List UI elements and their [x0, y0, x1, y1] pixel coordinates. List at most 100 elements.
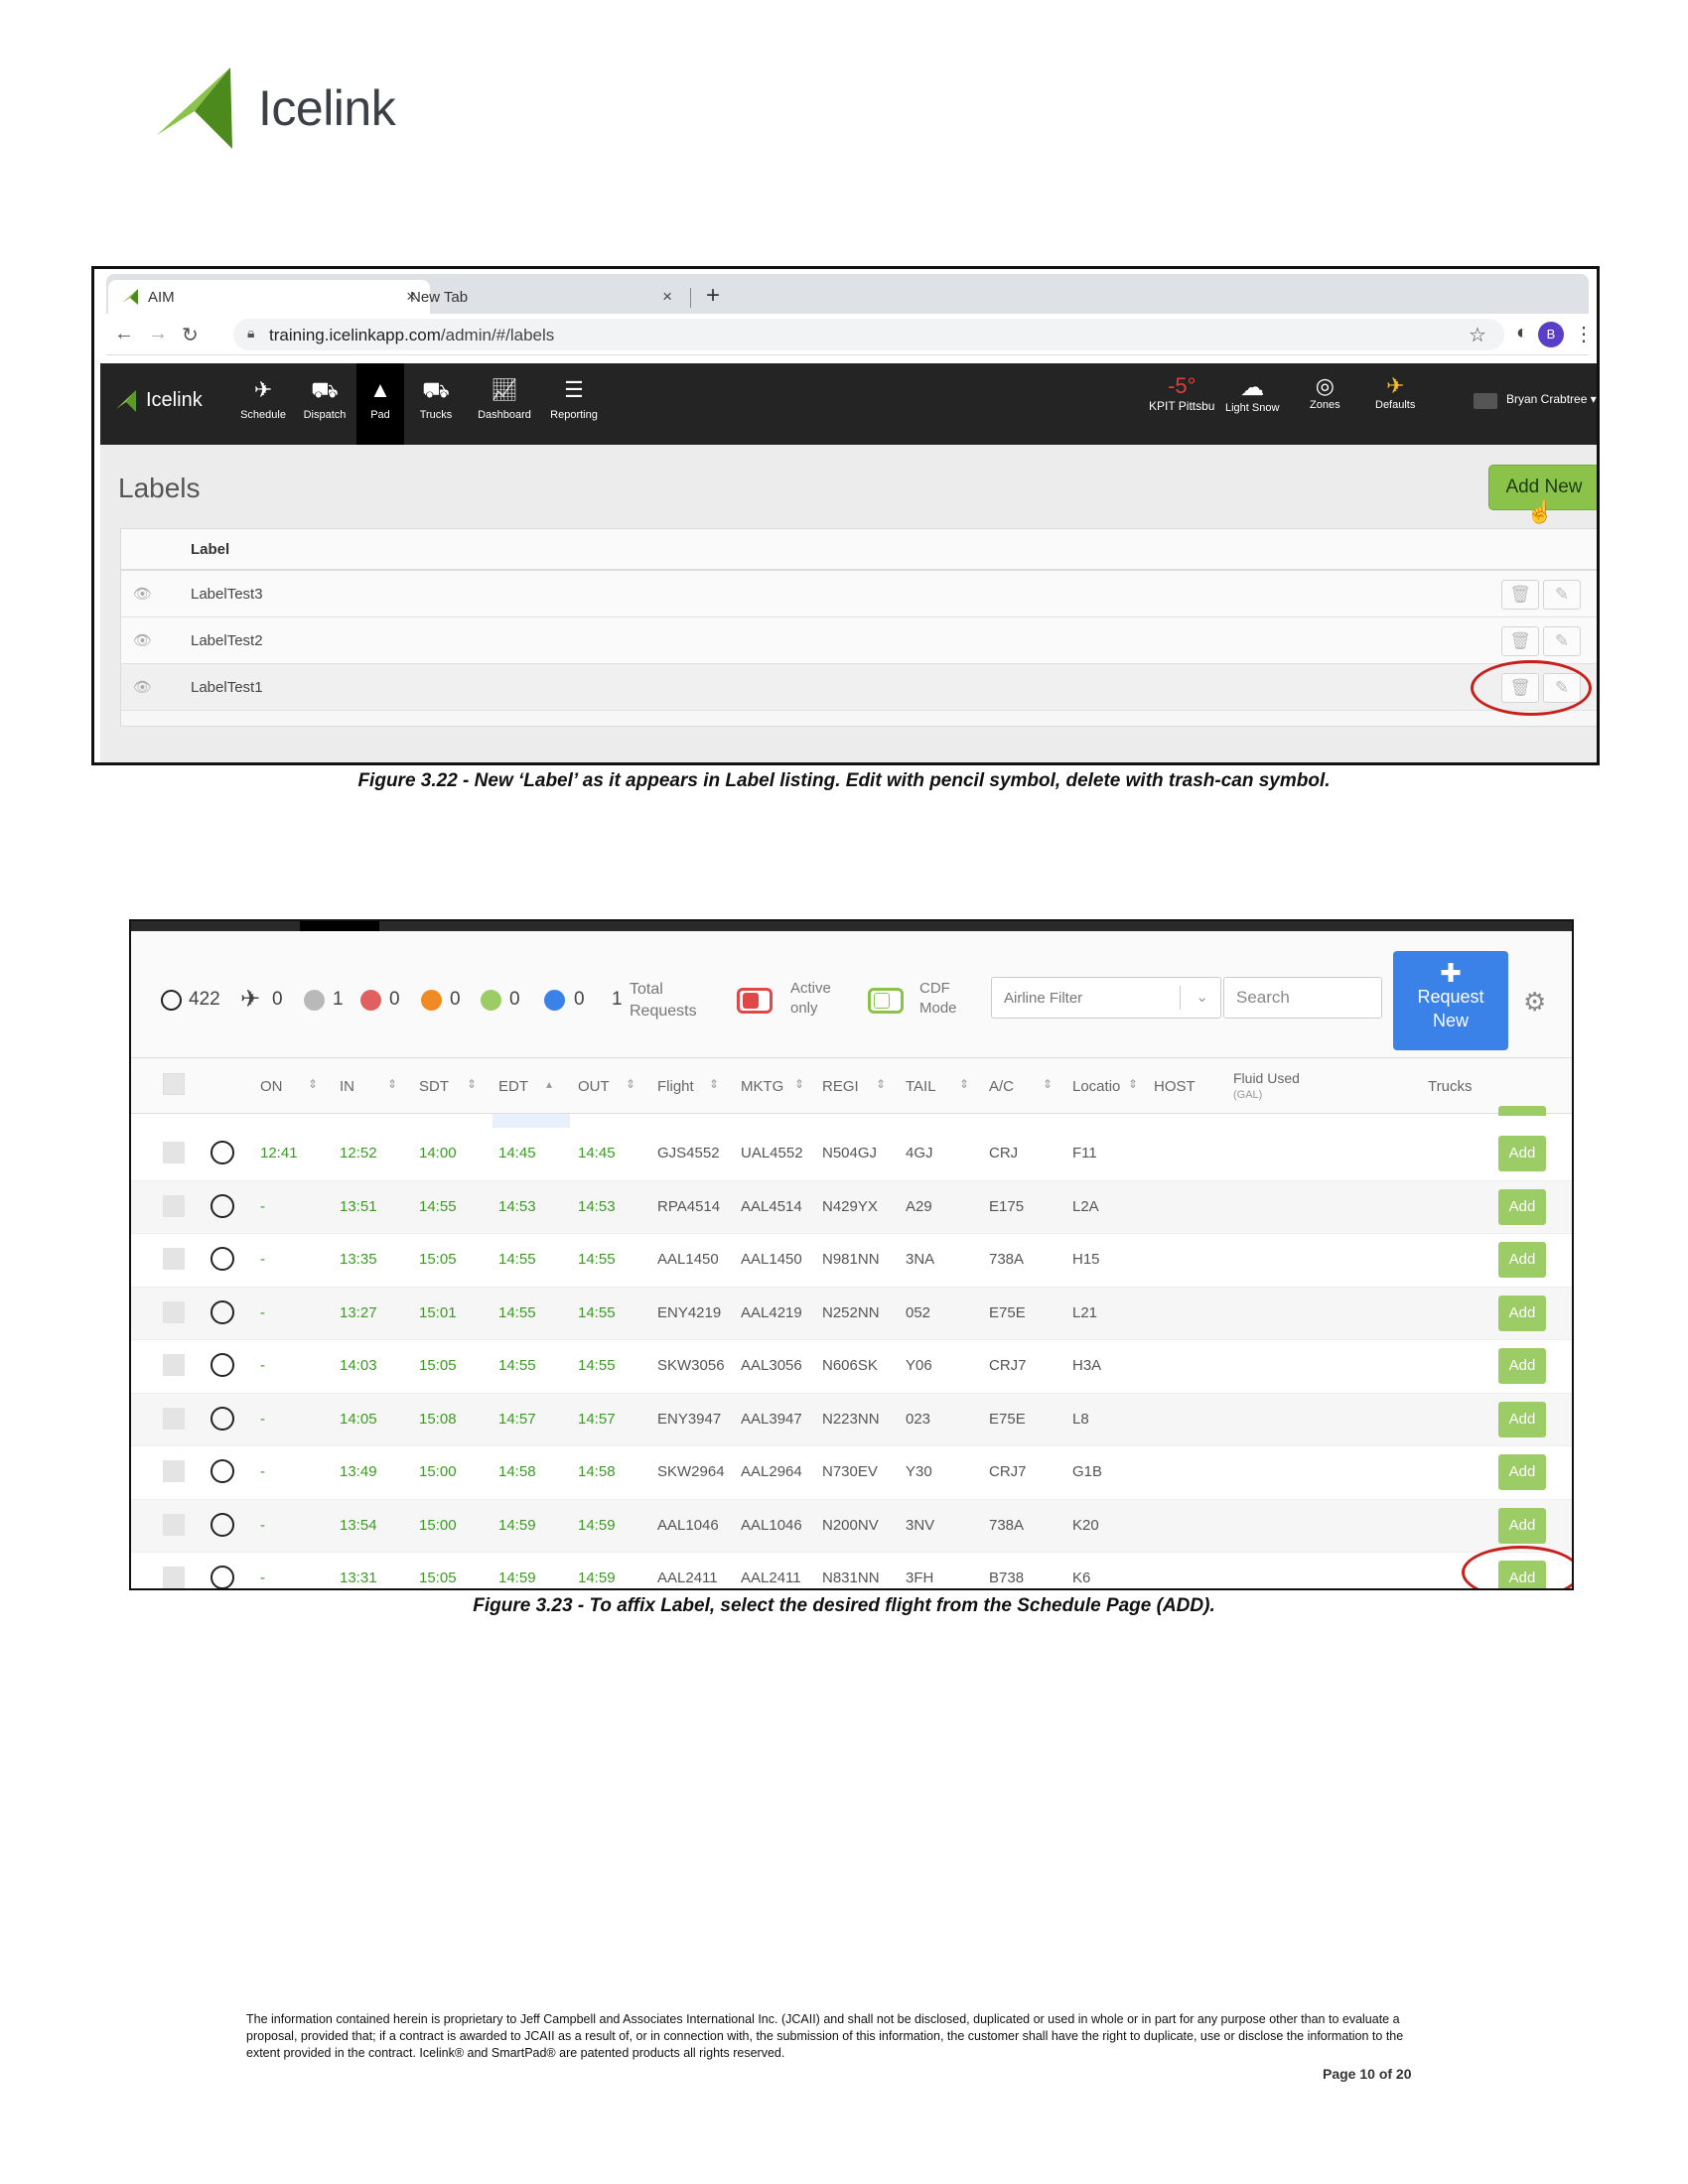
- col-tail[interactable]: TAIL: [906, 1078, 936, 1095]
- row-checkbox[interactable]: [163, 1567, 185, 1588]
- row-radio[interactable]: [211, 1247, 234, 1271]
- nav-dashboard[interactable]: 📈︎ Dashboard: [474, 363, 535, 445]
- gear-icon[interactable]: ⚙: [1523, 987, 1546, 1018]
- nav-trucks[interactable]: ⛟ Trucks: [412, 363, 460, 445]
- bookmark-star-icon[interactable]: ☆: [1469, 323, 1486, 347]
- row-radio[interactable]: [211, 1193, 234, 1218]
- trash-icon[interactable]: 🗑︎: [1501, 580, 1539, 610]
- row-checkbox[interactable]: [163, 1407, 185, 1430]
- col-sdt[interactable]: SDT: [419, 1078, 449, 1095]
- user-menu[interactable]: Bryan Crabtree ▾: [1506, 392, 1597, 406]
- weather-status[interactable]: ☁ Light Snow: [1225, 373, 1279, 414]
- sort-icon[interactable]: ⇕: [794, 1077, 804, 1091]
- select-all-checkbox[interactable]: [163, 1073, 185, 1095]
- url-field[interactable]: 🔒︎ training.icelinkapp.com/admin/#/label…: [233, 319, 1504, 350]
- extension-circle-icon[interactable]: ◐: [1516, 322, 1528, 344]
- add-button[interactable]: Add: [1498, 1295, 1546, 1331]
- row-checkbox[interactable]: [163, 1194, 185, 1217]
- table-row[interactable]: - 13:49 15:00 14:58 14:58 SKW2964 AAL296…: [131, 1446, 1572, 1500]
- col-in[interactable]: IN: [340, 1078, 354, 1095]
- add-button[interactable]: Add: [1498, 1507, 1546, 1544]
- table-row[interactable]: - 14:05 15:08 14:57 14:57 ENY3947 AAL394…: [131, 1393, 1572, 1446]
- row-checkbox[interactable]: [163, 1460, 185, 1482]
- row-checkbox[interactable]: [163, 1513, 185, 1536]
- row-checkbox[interactable]: [163, 1354, 185, 1376]
- col-mktg[interactable]: MKTG: [741, 1078, 783, 1095]
- active-only-toggle[interactable]: [737, 988, 773, 1014]
- row-checkbox[interactable]: [163, 1300, 185, 1323]
- defaults-menu[interactable]: ✈ Defaults: [1375, 373, 1415, 411]
- eye-icon[interactable]: 👁︎: [133, 678, 152, 696]
- sort-icon[interactable]: ⇕: [709, 1077, 719, 1091]
- request-new-button[interactable]: ✚ Request New: [1393, 951, 1508, 1050]
- trash-icon[interactable]: 🗑︎: [1501, 626, 1539, 656]
- col-out[interactable]: OUT: [578, 1078, 610, 1095]
- nav-pad[interactable]: ▲ Pad: [356, 363, 404, 445]
- col-edt[interactable]: EDT: [498, 1078, 528, 1095]
- sort-icon[interactable]: ⇕: [959, 1077, 969, 1091]
- eye-icon[interactable]: 👁︎: [133, 585, 152, 603]
- table-row[interactable]: 👁︎ LabelTest2 🗑︎ ✎: [121, 617, 1597, 664]
- close-tab-icon[interactable]: ×: [662, 287, 672, 307]
- table-row[interactable]: - 13:54 15:00 14:59 14:59 AAL1046 AAL104…: [131, 1499, 1572, 1553]
- cdf-mode-toggle[interactable]: [868, 988, 904, 1014]
- sort-icon[interactable]: ⇕: [308, 1077, 318, 1091]
- profile-avatar[interactable]: B: [1538, 322, 1564, 347]
- col-trucks[interactable]: Trucks: [1428, 1078, 1472, 1095]
- nav-reporting[interactable]: ☰ Reporting: [543, 363, 605, 445]
- forward-arrow-icon[interactable]: →: [148, 323, 168, 345]
- row-radio[interactable]: [211, 1459, 234, 1483]
- browser-tab-new[interactable]: New Tab ×: [396, 280, 694, 314]
- row-radio[interactable]: [211, 1512, 234, 1537]
- sort-icon[interactable]: ⇕: [1043, 1077, 1053, 1091]
- table-row[interactable]: 12:41 12:52 14:00 14:45 14:45 GJS4552 UA…: [131, 1128, 1572, 1181]
- reload-icon[interactable]: ↻: [182, 323, 199, 347]
- col-fluid-used[interactable]: Fluid Used: [1233, 1070, 1300, 1086]
- station-weather[interactable]: -5° KPIT Pittsbu: [1149, 373, 1214, 413]
- add-button[interactable]: Add: [1498, 1242, 1546, 1278]
- pencil-icon[interactable]: ✎: [1543, 580, 1581, 610]
- row-radio[interactable]: [211, 1141, 234, 1164]
- row-radio[interactable]: [211, 1299, 234, 1324]
- row-radio[interactable]: [211, 1566, 234, 1588]
- airline-filter-select[interactable]: Airline Filter ⌄: [991, 977, 1221, 1019]
- sort-icon[interactable]: ⇕: [626, 1077, 635, 1091]
- pencil-icon[interactable]: ✎: [1543, 626, 1581, 656]
- sort-asc-icon[interactable]: ▴: [546, 1077, 552, 1091]
- sort-icon[interactable]: ⇕: [387, 1077, 397, 1091]
- new-tab-icon[interactable]: +: [706, 282, 720, 310]
- eye-icon[interactable]: 👁︎: [133, 631, 152, 649]
- col-location[interactable]: Locatio: [1072, 1078, 1120, 1095]
- col-on[interactable]: ON: [260, 1078, 283, 1095]
- col-flight[interactable]: Flight: [657, 1078, 694, 1095]
- table-row[interactable]: - 13:31 15:05 14:59 14:59 AAL2411 AAL241…: [131, 1553, 1572, 1588]
- menu-dots-icon[interactable]: ⋮: [1574, 322, 1594, 346]
- row-checkbox[interactable]: [163, 1142, 185, 1163]
- add-button[interactable]: Add: [1498, 1188, 1546, 1225]
- table-row[interactable]: 👁︎ LabelTest1 🗑︎ ✎: [121, 664, 1597, 711]
- app-brand[interactable]: Icelink: [116, 389, 203, 412]
- zones-menu[interactable]: ◎ Zones: [1310, 373, 1340, 411]
- col-host[interactable]: HOST: [1154, 1078, 1196, 1095]
- add-button[interactable]: Add: [1498, 1136, 1546, 1171]
- add-button[interactable]: Add: [1498, 1348, 1546, 1384]
- search-input[interactable]: Search: [1223, 977, 1382, 1019]
- row-radio[interactable]: [211, 1353, 234, 1377]
- sort-icon[interactable]: ⇕: [1128, 1077, 1138, 1091]
- table-row[interactable]: 👁︎ LabelTest3 🗑︎ ✎: [121, 571, 1597, 617]
- col-ac[interactable]: A/C: [989, 1078, 1014, 1095]
- add-button[interactable]: Add: [1498, 1454, 1546, 1490]
- back-arrow-icon[interactable]: ←: [114, 323, 134, 345]
- col-regi[interactable]: REGI: [822, 1078, 859, 1095]
- sort-icon[interactable]: ⇕: [876, 1077, 886, 1091]
- table-row[interactable]: - 13:27 15:01 14:55 14:55 ENY4219 AAL421…: [131, 1287, 1572, 1340]
- row-checkbox[interactable]: [163, 1248, 185, 1270]
- table-row[interactable]: - 14:03 15:05 14:55 14:55 SKW3056 AAL305…: [131, 1340, 1572, 1394]
- table-row[interactable]: - 13:35 15:05 14:55 14:55 AAL1450 AAL145…: [131, 1234, 1572, 1288]
- nav-schedule[interactable]: ✈ Schedule: [239, 363, 287, 445]
- add-button[interactable]: Add: [1498, 1401, 1546, 1437]
- browser-tab-aim[interactable]: AIM ×: [108, 280, 430, 314]
- nav-dispatch[interactable]: ⛟ Dispatch: [301, 363, 349, 445]
- table-row[interactable]: - 13:51 14:55 14:53 14:53 RPA4514 AAL451…: [131, 1180, 1572, 1234]
- row-radio[interactable]: [211, 1406, 234, 1431]
